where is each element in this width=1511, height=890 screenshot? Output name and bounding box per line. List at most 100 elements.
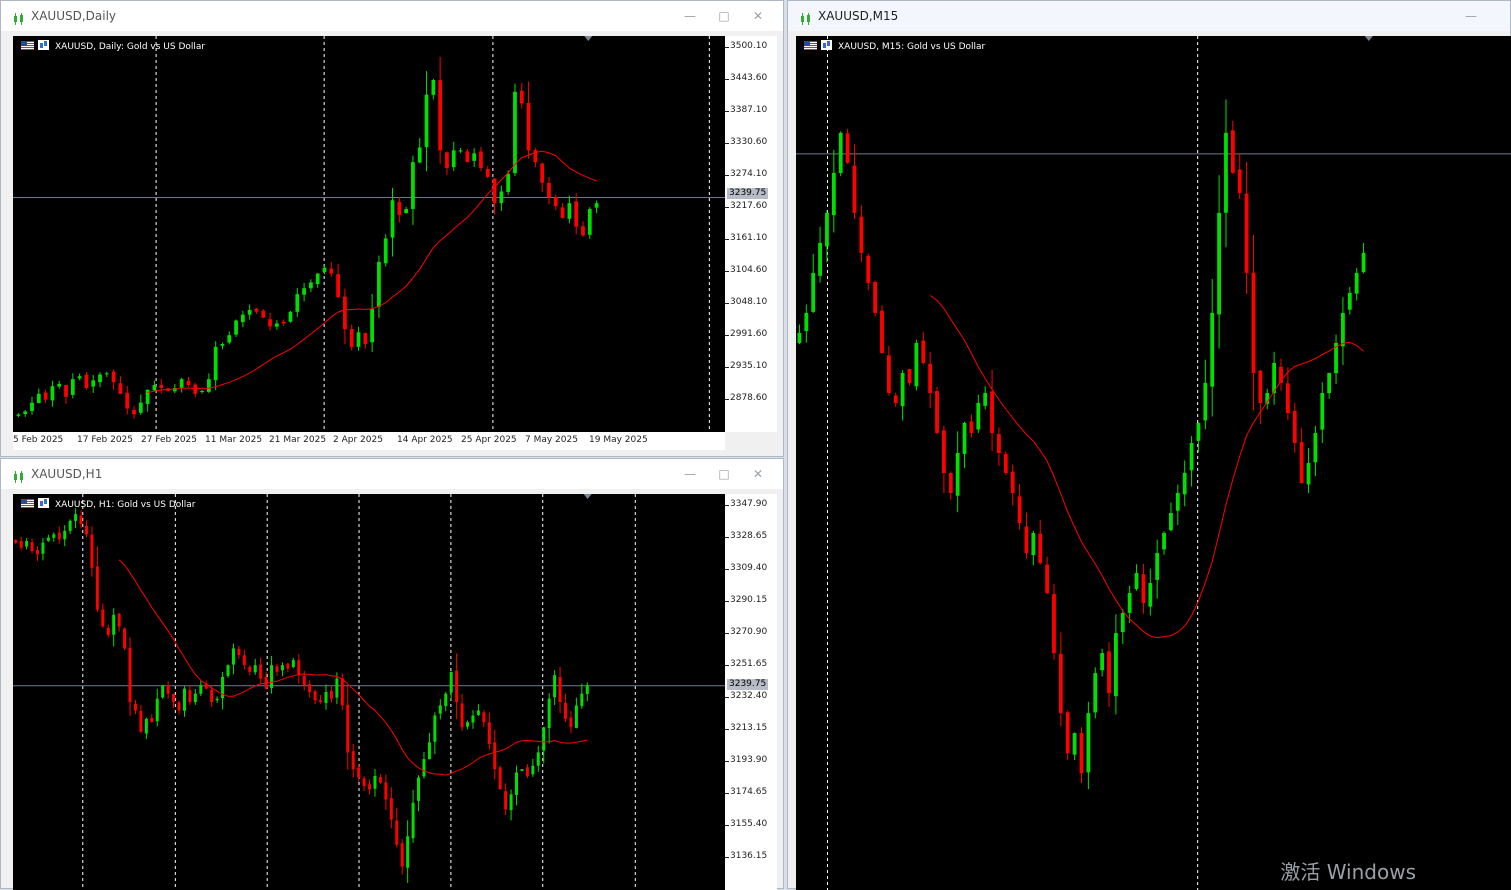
candle-body (873, 281, 878, 313)
candle-body (976, 402, 981, 430)
time-tick-label: 14 Apr 2025 (397, 435, 453, 445)
candle-body (797, 332, 802, 343)
candle-body (519, 90, 524, 104)
windows-activation-watermark: 激活 Windows (1280, 860, 1416, 884)
candle-body (458, 150, 463, 152)
price-tick-label: 3174.65 (730, 787, 768, 797)
candle-body (248, 666, 252, 672)
candle-body (259, 664, 263, 679)
price-tick-label: 2935.10 (730, 361, 768, 371)
candle-body (30, 542, 34, 552)
candle-body (1093, 673, 1098, 713)
candle-body (526, 102, 531, 151)
candle-body (1347, 292, 1352, 310)
candle-body (482, 712, 486, 723)
price-tick-label: 3213.15 (730, 723, 768, 733)
candle-body (818, 242, 822, 276)
price-tick (725, 825, 729, 826)
candle-body (493, 742, 497, 770)
candle-body (831, 172, 836, 216)
candle-body (438, 705, 442, 714)
price-tick-label: 3155.40 (730, 819, 768, 829)
price-tick (725, 143, 729, 144)
chart-plot[interactable]: XAUUSD, H1: Gold vs US Dollar (13, 494, 725, 890)
close-button[interactable]: ✕ (749, 465, 767, 483)
flag-icon (21, 41, 34, 50)
time-tick-label: 11 Mar 2025 (205, 435, 263, 445)
candle-body (1120, 613, 1125, 633)
chart-plot[interactable]: XAUUSD, Daily: Gold vs US Dollar (13, 36, 725, 432)
candle-body (1196, 422, 1201, 441)
price-tick (725, 111, 729, 112)
candle-body (433, 715, 437, 742)
titlebar[interactable]: XAUUSD,M15 — (788, 1, 1510, 31)
candle-body (241, 314, 245, 323)
price-tick-label: 3048.10 (730, 297, 768, 307)
time-tick-label: 21 Mar 2025 (269, 435, 327, 445)
candle-body (427, 742, 431, 760)
price-tick-label: 3104.60 (730, 265, 768, 275)
candle-body (112, 614, 116, 635)
close-button[interactable]: ✕ (749, 7, 767, 25)
maximize-button[interactable]: □ (715, 465, 733, 483)
candle-body (291, 660, 295, 668)
candle-body (1038, 533, 1043, 564)
minimize-button[interactable]: — (681, 465, 699, 483)
candle-body (451, 150, 456, 168)
price-tick-label: 3217.60 (730, 201, 768, 211)
candle-body (349, 328, 354, 347)
price-tick (725, 207, 729, 208)
candle-body (188, 690, 192, 703)
candle-body (1010, 471, 1015, 494)
candle-body (542, 727, 546, 751)
minimize-button[interactable]: — (1462, 7, 1480, 25)
candle-body (1237, 169, 1242, 193)
candle-body (1313, 432, 1318, 463)
chart-type-icon (38, 498, 49, 508)
candle-body (63, 530, 67, 540)
chart-plot[interactable]: XAUUSD, M15: Gold vs US Dollar (796, 36, 1511, 890)
candle-body (363, 333, 368, 344)
price-tick-label: 3330.60 (730, 137, 768, 147)
titlebar[interactable]: XAUUSD,Daily — □ ✕ (1, 1, 783, 31)
candle-body (362, 778, 366, 786)
candle-body (422, 759, 426, 777)
minimize-button[interactable]: — (681, 7, 699, 25)
candle-body (261, 310, 266, 318)
h1-chart-window[interactable]: XAUUSD,H1 — □ ✕ XAUUSD, H1: Gold vs US D… (0, 458, 784, 890)
candle-body (370, 308, 374, 343)
candle-body (914, 342, 919, 387)
candle-body (275, 323, 279, 327)
candle-body (1306, 463, 1311, 485)
flag-icon (804, 41, 817, 50)
candle-body (520, 769, 524, 772)
price-tick (725, 537, 729, 538)
maximize-button[interactable]: □ (715, 7, 733, 25)
price-tick-label: 3387.10 (730, 105, 768, 115)
candle-body (969, 421, 974, 433)
candle-body (200, 390, 204, 393)
m15-chart-window[interactable]: XAUUSD,M15 — XAUUSD, M15: Gold vs US Dol… (787, 0, 1511, 890)
candle-body (193, 384, 198, 394)
shift-marker (584, 36, 593, 41)
time-axis[interactable]: 5 Feb 2025 17 Feb 2025 27 Feb 2025 11 Mar 2… (13, 432, 725, 450)
candle-body (907, 369, 912, 383)
price-tick (725, 79, 729, 80)
daily-chart-window[interactable]: XAUUSD,Daily — □ ✕ XAUUSD, Daily: Gold v… (0, 0, 784, 457)
candle-body (935, 390, 939, 433)
price-axis[interactable]: 3500.10 3443.60 3387.10 3330.60 3274.10 3217.… (725, 36, 777, 432)
candle-body (179, 379, 184, 388)
candle-body (390, 200, 395, 238)
candle-body (1230, 130, 1235, 173)
price-tick (725, 569, 729, 570)
price-tick (725, 729, 729, 730)
candle-body (144, 718, 148, 734)
candle-body (226, 665, 230, 676)
candle-body (466, 722, 470, 727)
candle-body (125, 392, 130, 409)
candle-body (286, 663, 290, 669)
price-axis[interactable]: 3347.90 3328.65 3309.40 3290.15 3270.90 3251.… (725, 494, 777, 890)
candle-body (52, 534, 56, 538)
titlebar[interactable]: XAUUSD,H1 — □ ✕ (1, 459, 783, 489)
moving-average-line (118, 559, 588, 776)
